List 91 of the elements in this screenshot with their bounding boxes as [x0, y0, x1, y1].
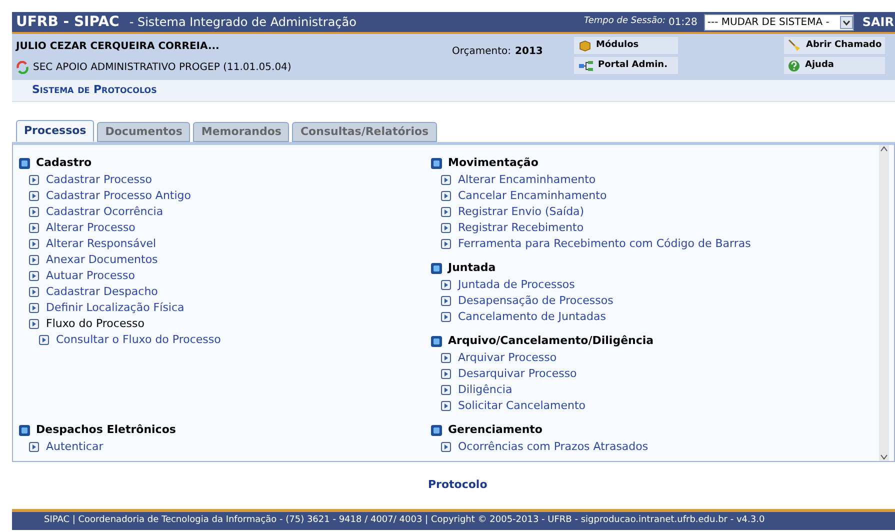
broom-icon: [788, 39, 801, 52]
menu-link[interactable]: Cancelamento de Juntadas: [458, 308, 606, 326]
arrow-square-icon: [29, 271, 39, 281]
menu-link[interactable]: Juntada de Processos: [458, 276, 575, 294]
logout-link[interactable]: SAIR: [862, 13, 894, 31]
menu-group-label: Fluxo do Processo: [46, 316, 144, 332]
section-bullet-icon: [431, 158, 442, 169]
arrow-square-icon: [29, 239, 39, 249]
scroll-up-icon[interactable]: [880, 145, 888, 153]
menu-link[interactable]: Autuar Processo: [46, 268, 135, 284]
arrow-square-icon: [441, 223, 451, 233]
shortcut-button[interactable]: Módulos: [574, 37, 678, 54]
arrow-square-icon: [441, 239, 451, 249]
arrow-square-icon: [441, 353, 451, 363]
section-title: Juntada: [448, 260, 496, 276]
menu-link[interactable]: Desapensação de Processos: [458, 292, 614, 310]
menu-link[interactable]: Arquivar Processo: [458, 350, 557, 366]
help-link[interactable]: Ajuda: [784, 57, 885, 74]
help-link[interactable]: Abrir Chamado: [784, 37, 885, 54]
app-subtitle: - Sistema Integrado de Administração: [129, 14, 356, 31]
tab[interactable]: Documentos: [97, 122, 190, 142]
system-select[interactable]: --- MUDAR DE SISTEMA -: [704, 14, 854, 30]
user-unit: SEC APOIO ADMINISTRATIVO PROGEP (11.01.05.04): [33, 61, 292, 75]
refresh-icon: [16, 61, 29, 74]
shortcut-button[interactable]: Portal Admin.: [574, 57, 678, 74]
menu-link[interactable]: Consultar o Fluxo do Processo: [56, 332, 221, 348]
arrow-square-icon: [29, 223, 39, 233]
arrow-square-icon: [39, 335, 49, 345]
menu-link[interactable]: Diligência: [458, 382, 512, 398]
arrow-square-icon: [441, 385, 451, 395]
section-title: Gerenciamento: [448, 422, 542, 438]
menu-link[interactable]: Registrar Recebimento: [458, 220, 584, 236]
section-bullet-icon: [431, 425, 442, 436]
arrow-square-icon: [29, 442, 39, 452]
menu-link[interactable]: Definir Localização Física: [46, 300, 184, 316]
menu-link[interactable]: Registrar Envio (Saída): [458, 204, 584, 220]
arrow-square-icon: [441, 442, 451, 452]
arrow-square-icon: [29, 191, 39, 201]
menu-link[interactable]: Desarquivar Processo: [458, 366, 577, 382]
menu-link[interactable]: Cancelar Encaminhamento: [458, 188, 607, 204]
scrollbar[interactable]: [879, 145, 889, 461]
app-brand: UFRB - SIPAC: [16, 12, 120, 32]
user-name: JULIO CEZAR CERQUEIRA CORREIA...: [16, 40, 220, 54]
menu-link[interactable]: Cadastrar Despacho: [46, 284, 158, 300]
module-title: Sistema de Protocolos: [32, 82, 157, 98]
arrow-square-icon: [29, 175, 39, 185]
arrow-square-icon: [441, 369, 451, 379]
arrow-square-icon: [441, 191, 451, 201]
budget-year: 2013: [515, 45, 543, 59]
arrow-square-icon: [441, 207, 451, 217]
arrow-square-icon: [29, 303, 39, 313]
menu-link[interactable]: Alterar Encaminhamento: [458, 172, 596, 188]
section-title: Cadastro: [36, 155, 92, 172]
arrow-square-icon: [29, 319, 39, 329]
section-title: Despachos Eletrônicos: [36, 422, 176, 438]
session-label: Tempo de Sessão:: [584, 15, 666, 28]
menu-link[interactable]: Anexar Documentos: [46, 252, 158, 268]
arrow-square-icon: [441, 296, 451, 306]
menu-link[interactable]: Solicitar Cancelamento: [458, 398, 586, 414]
menu-link[interactable]: Alterar Responsável: [46, 236, 156, 252]
section-title: Arquivo/Cancelamento/Diligência: [448, 333, 654, 350]
menu-link[interactable]: Cadastrar Processo Antigo: [46, 188, 192, 204]
arrow-square-icon: [29, 255, 39, 265]
arrow-square-icon: [441, 175, 451, 185]
budget-label: Orçamento:: [452, 45, 512, 59]
menu-link[interactable]: Cadastrar Processo: [46, 172, 152, 188]
network-icon: [579, 60, 593, 70]
arrow-square-icon: [441, 312, 451, 322]
arrow-square-icon: [441, 401, 451, 411]
arrow-square-icon: [441, 280, 451, 290]
section-title: Movimentação: [448, 155, 538, 172]
box-icon: [579, 40, 591, 52]
help-icon: [788, 60, 800, 72]
scroll-down-icon[interactable]: [880, 453, 888, 461]
section-bullet-icon: [19, 158, 30, 169]
protocol-link[interactable]: Protocolo: [428, 477, 488, 494]
menu-link[interactable]: Ferramenta para Recebimento com Código de Barras: [458, 236, 751, 252]
arrow-square-icon: [29, 287, 39, 297]
menu-link[interactable]: Alterar Processo: [46, 220, 136, 236]
footer-text: SIPAC | Coordenadoria de Tecnologia da Informação - (75) 3621 - 9418 / 4007/ 4003 | Copyright © 2005-2013 - UFRB - sigproducao.intranet.ufrb.edu.br - v4.3.0: [44, 514, 765, 528]
tab[interactable]: Processos: [16, 120, 94, 142]
section-bullet-icon: [431, 336, 442, 347]
menu-link[interactable]: Autenticar: [46, 438, 104, 456]
menu-link[interactable]: Ocorrências com Prazos Atrasados: [458, 438, 648, 456]
section-bullet-icon: [431, 263, 442, 274]
section-bullet-icon: [19, 425, 30, 436]
menu-link[interactable]: Cadastrar Ocorrência: [46, 204, 164, 220]
tab[interactable]: Memorandos: [193, 122, 290, 142]
arrow-square-icon: [29, 207, 39, 217]
session-time: 01:28: [668, 16, 698, 30]
tab[interactable]: Consultas/Relatórios: [292, 122, 437, 142]
